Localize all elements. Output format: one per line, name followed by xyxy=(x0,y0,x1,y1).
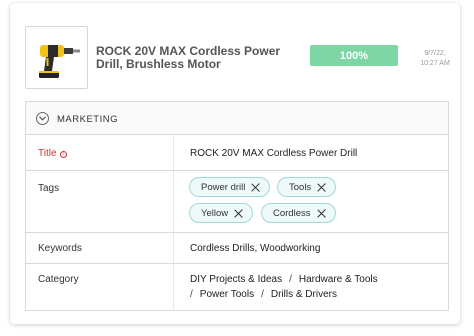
tag-chip-label: Cordless xyxy=(273,207,311,219)
field-row-category: Category DIY Projects & Ideas / Hardware &… xyxy=(26,264,448,312)
category-separator: / xyxy=(261,289,264,300)
timestamp-date: 9/7/22, xyxy=(424,50,446,57)
field-row-tags: Tags Power drill Tools Yellow Cordless xyxy=(26,171,448,233)
field-label-category: Category xyxy=(38,274,79,285)
chevron-down-icon[interactable] xyxy=(36,112,49,125)
tag-chip[interactable]: Yellow xyxy=(189,203,254,223)
category-separator: / xyxy=(289,274,292,285)
product-name[interactable]: ROCK 20V MAX Cordless Power Drill, Brush… xyxy=(96,45,296,71)
category-crumb[interactable]: Drills & Drivers xyxy=(271,289,337,300)
product-thumbnail[interactable] xyxy=(25,26,88,89)
remove-tag-icon[interactable] xyxy=(251,183,260,192)
category-crumb[interactable]: DIY Projects & Ideas xyxy=(190,274,282,285)
tag-chip[interactable]: Power drill xyxy=(189,177,271,197)
title-label-text: Title xyxy=(38,148,57,159)
remove-tag-icon[interactable] xyxy=(317,209,326,218)
remove-tag-icon[interactable] xyxy=(317,183,326,192)
completion-progress-badge: 100% xyxy=(310,45,398,66)
remove-tag-icon[interactable] xyxy=(234,209,243,218)
field-label-keywords: Keywords xyxy=(38,243,82,254)
power-drill-image xyxy=(39,45,80,78)
category-path-line-1: DIY Projects & Ideas / Hardware & Tools xyxy=(190,274,378,285)
field-row-title: Title i ROCK 20V MAX Cordless Power Drill xyxy=(26,135,448,171)
title-value[interactable]: ROCK 20V MAX Cordless Power Drill xyxy=(190,148,357,159)
tag-chip[interactable]: Tools xyxy=(277,177,337,197)
tag-chip-label: Power drill xyxy=(201,181,246,193)
category-crumb[interactable]: Power Tools xyxy=(200,289,254,300)
section-header-marketing[interactable]: MARKETING xyxy=(26,102,448,135)
field-label-tags: Tags xyxy=(38,183,60,194)
field-label-title: Title i xyxy=(38,148,67,159)
category-crumb[interactable]: Hardware & Tools xyxy=(299,274,378,285)
timestamp-time: 10:27 AM xyxy=(420,60,450,67)
attributes-panel: MARKETING Title i ROCK 20V MAX Cordless P… xyxy=(25,101,449,311)
required-info-icon: i xyxy=(59,151,67,158)
tag-chip-label: Tools xyxy=(289,181,312,193)
tag-chip[interactable]: Cordless xyxy=(261,203,336,223)
tag-chip-label: Yellow xyxy=(201,207,229,219)
section-title: MARKETING xyxy=(57,114,118,125)
keywords-value[interactable]: Cordless Drills, Woodworking xyxy=(190,243,320,254)
category-path-line-2: / Power Tools / Drills & Drivers xyxy=(190,289,337,300)
category-separator: / xyxy=(190,289,193,300)
field-row-keywords: Keywords Cordless Drills, Woodworking xyxy=(26,233,448,264)
last-updated-timestamp: 9/7/22, 10:27 AM xyxy=(413,49,457,69)
